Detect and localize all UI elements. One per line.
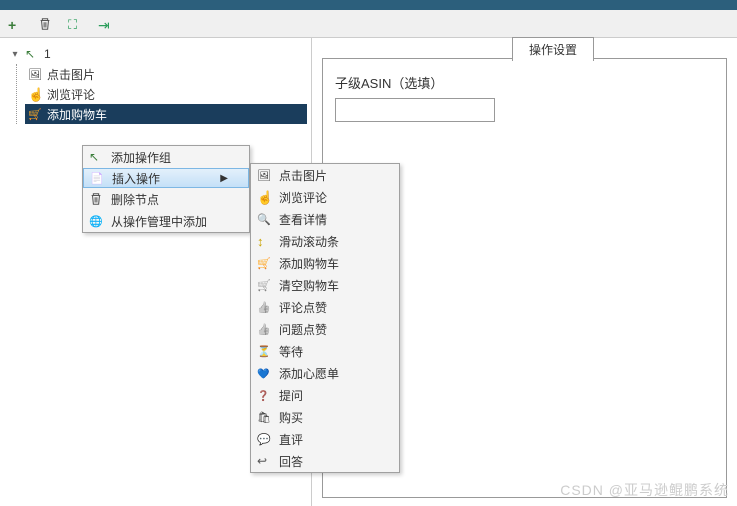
asin-input[interactable]: [335, 98, 495, 122]
menu-item-label: 购买: [279, 409, 379, 426]
menu-item-label: 浏览评论: [279, 189, 379, 206]
pointer-icon: [257, 190, 271, 204]
tree-node-add-cart[interactable]: 添加购物车: [25, 104, 307, 124]
image-icon: [28, 67, 42, 81]
trash-icon: [89, 192, 103, 206]
reply-icon: [257, 454, 271, 468]
context-menu: 添加操作组 插入操作 ▶ 删除节点 从操作管理中添加: [82, 145, 250, 233]
submenu-item-scroll[interactable]: 滑动滚动条: [251, 230, 399, 252]
tree-root[interactable]: ▾ 1: [8, 44, 307, 64]
menu-item-add-from-manager[interactable]: 从操作管理中添加: [83, 210, 249, 232]
collapse-all-button[interactable]: [96, 15, 114, 33]
cart-icon: [28, 107, 42, 121]
menu-item-label: 直评: [279, 431, 379, 448]
menu-item-add-group[interactable]: 添加操作组: [83, 146, 249, 168]
thumb-icon: [257, 322, 271, 336]
submenu-item-click-image[interactable]: 点击图片: [251, 164, 399, 186]
pointer-icon: [28, 87, 42, 101]
menu-item-label: 插入操作: [112, 170, 214, 187]
delete-button[interactable]: [36, 15, 54, 33]
search-icon: [257, 212, 271, 226]
menu-item-label: 评论点赞: [279, 299, 379, 316]
menu-item-label: 清空购物车: [279, 277, 379, 294]
scroll-icon: [257, 234, 271, 248]
menu-item-insert-action[interactable]: 插入操作 ▶: [83, 168, 249, 188]
hourglass-icon: [257, 344, 271, 358]
context-submenu: 点击图片 浏览评论 查看详情 滑动滚动条 添加购物车 清空购物车 评论点赞 问题…: [250, 163, 400, 473]
submenu-item-like-review[interactable]: 评论点赞: [251, 296, 399, 318]
doc-arrow-icon: [90, 171, 104, 185]
cursor-icon: [25, 47, 39, 61]
menu-item-label: 提问: [279, 387, 379, 404]
toolbar: [0, 10, 737, 38]
add-button[interactable]: [6, 15, 24, 33]
submenu-item-answer[interactable]: 回答: [251, 450, 399, 472]
trash-icon: [38, 17, 52, 31]
tree-panel: ▾ 1 点击图片 浏览评论 添加购物车: [0, 38, 312, 506]
cart-icon: [257, 256, 271, 270]
tab-settings[interactable]: 操作设置: [512, 37, 594, 61]
expand-icon: [68, 17, 82, 31]
menu-item-label: 添加心愿单: [279, 365, 379, 382]
tree-node-label: 点击图片: [47, 66, 95, 83]
collapse-toggle-icon[interactable]: ▾: [10, 49, 20, 60]
submenu-item-like-question[interactable]: 问题点赞: [251, 318, 399, 340]
menu-item-label: 滑动滚动条: [279, 233, 379, 250]
menu-item-label: 等待: [279, 343, 379, 360]
submenu-item-direct-review[interactable]: 直评: [251, 428, 399, 450]
cursor-plus-icon: [89, 150, 103, 164]
expand-all-button[interactable]: [66, 15, 84, 33]
title-bar: [0, 0, 737, 10]
buy-icon: [257, 410, 271, 424]
submenu-item-view-detail[interactable]: 查看详情: [251, 208, 399, 230]
menu-item-label: 查看详情: [279, 211, 379, 228]
menu-item-delete-node[interactable]: 删除节点: [83, 188, 249, 210]
menu-item-label: 删除节点: [111, 191, 229, 208]
menu-item-label: 添加操作组: [111, 149, 229, 166]
menu-item-label: 问题点赞: [279, 321, 379, 338]
tree-root-label: 1: [44, 47, 51, 61]
thumb-icon: [257, 300, 271, 314]
tab-label: 操作设置: [529, 43, 577, 57]
menu-item-label: 回答: [279, 453, 379, 470]
submenu-item-ask[interactable]: 提问: [251, 384, 399, 406]
field-label-asin: 子级ASIN（选填）: [335, 73, 714, 92]
submenu-item-clear-cart[interactable]: 清空购物车: [251, 274, 399, 296]
image-icon: [257, 168, 271, 182]
submenu-item-buy[interactable]: 购买: [251, 406, 399, 428]
chat-icon: [257, 432, 271, 446]
tree-node-click-image[interactable]: 点击图片: [25, 64, 307, 84]
menu-item-label: 添加购物车: [279, 255, 379, 272]
tree-node-label: 浏览评论: [47, 86, 95, 103]
tree-node-browse-reviews[interactable]: 浏览评论: [25, 84, 307, 104]
submenu-arrow-icon: ▶: [220, 173, 228, 184]
menu-item-label: 点击图片: [279, 167, 379, 184]
globe-icon: [89, 214, 103, 228]
plus-icon: [8, 17, 22, 31]
cart-empty-icon: [257, 278, 271, 292]
submenu-item-add-cart[interactable]: 添加购物车: [251, 252, 399, 274]
collapse-icon: [98, 17, 112, 31]
submenu-item-wishlist[interactable]: 添加心愿单: [251, 362, 399, 384]
submenu-item-browse-reviews[interactable]: 浏览评论: [251, 186, 399, 208]
submenu-item-wait[interactable]: 等待: [251, 340, 399, 362]
menu-item-label: 从操作管理中添加: [111, 213, 229, 230]
heart-icon: [257, 366, 271, 380]
tree-node-label: 添加购物车: [47, 106, 107, 123]
question-icon: [257, 388, 271, 402]
